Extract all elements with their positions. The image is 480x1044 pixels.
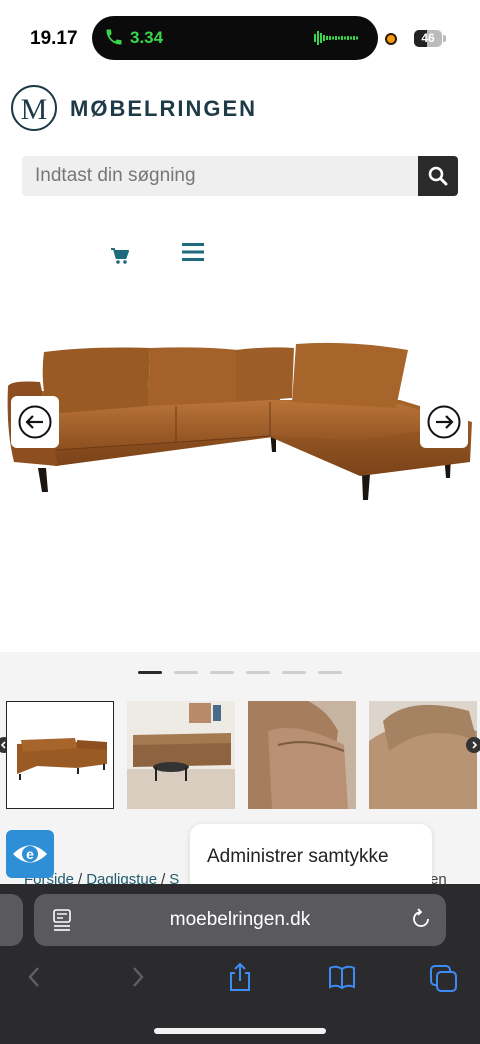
svg-text:e: e [26, 846, 34, 862]
phone-icon [106, 29, 122, 45]
search-field[interactable] [22, 156, 418, 196]
status-bar: 19.17 3.34 46 [0, 0, 480, 80]
thumb-sofa-studio[interactable] [6, 701, 114, 809]
audio-wave-icon [314, 31, 358, 45]
page: 19.17 3.34 46 M MØBELRINGEN Indtast din … [0, 0, 480, 1044]
previous-tab-preview[interactable] [0, 894, 23, 946]
cart-icon[interactable] [110, 247, 130, 265]
slide-dot[interactable] [246, 671, 270, 674]
share-icon[interactable] [226, 962, 254, 992]
search-button[interactable] [418, 156, 458, 196]
active-call-pill[interactable]: 3.34 [92, 16, 378, 60]
chevron-right-icon [472, 741, 478, 749]
search-icon [428, 166, 448, 186]
thumb-sofa-room[interactable] [127, 701, 235, 809]
arrow-right-icon [427, 405, 461, 439]
recording-indicator [385, 33, 397, 45]
arrow-left-icon [18, 405, 52, 439]
thumb-cushion-detail[interactable] [248, 701, 356, 809]
consent-button[interactable]: Administrer samtykke [190, 824, 432, 888]
prev-image-button[interactable] [11, 396, 59, 448]
thumbnail-strip [6, 701, 480, 809]
slide-indicator [138, 671, 342, 674]
search-input[interactable] [22, 156, 418, 196]
thumb-back-detail[interactable] [369, 701, 477, 809]
slide-dot[interactable] [318, 671, 342, 674]
battery-tip [443, 35, 446, 42]
slide-dot[interactable] [138, 671, 162, 674]
slide-dot[interactable] [174, 671, 198, 674]
eye-icon: e [13, 845, 47, 863]
sofa-main-image[interactable] [0, 290, 480, 650]
consent-label: Administrer samtykke [207, 846, 389, 867]
logo-icon[interactable]: M [10, 84, 58, 132]
slide-dot[interactable] [210, 671, 234, 674]
forward-icon[interactable] [124, 962, 152, 992]
slide-dot[interactable] [282, 671, 306, 674]
back-icon[interactable] [20, 962, 48, 992]
battery-level: 46 [421, 31, 435, 45]
battery-indicator: 46 [414, 30, 442, 47]
next-image-button[interactable] [420, 396, 468, 448]
accessibility-button[interactable]: e [6, 830, 54, 878]
bookmarks-icon[interactable] [328, 962, 356, 992]
call-duration: 3.34 [130, 28, 164, 47]
home-indicator[interactable] [154, 1028, 326, 1034]
reader-icon[interactable] [53, 909, 71, 931]
tabs-icon[interactable] [430, 962, 458, 992]
url-text: moebelringen.dk [169, 909, 311, 930]
status-time: 19.17 [30, 28, 78, 49]
thumbs-next-button[interactable] [466, 737, 480, 753]
address-bar[interactable]: moebelringen.dk [34, 894, 446, 946]
logo-letter: M [21, 93, 48, 126]
hamburger-menu-icon[interactable] [182, 242, 206, 262]
reload-icon[interactable] [410, 908, 432, 930]
brand-name[interactable]: MØBELRINGEN [70, 96, 257, 122]
